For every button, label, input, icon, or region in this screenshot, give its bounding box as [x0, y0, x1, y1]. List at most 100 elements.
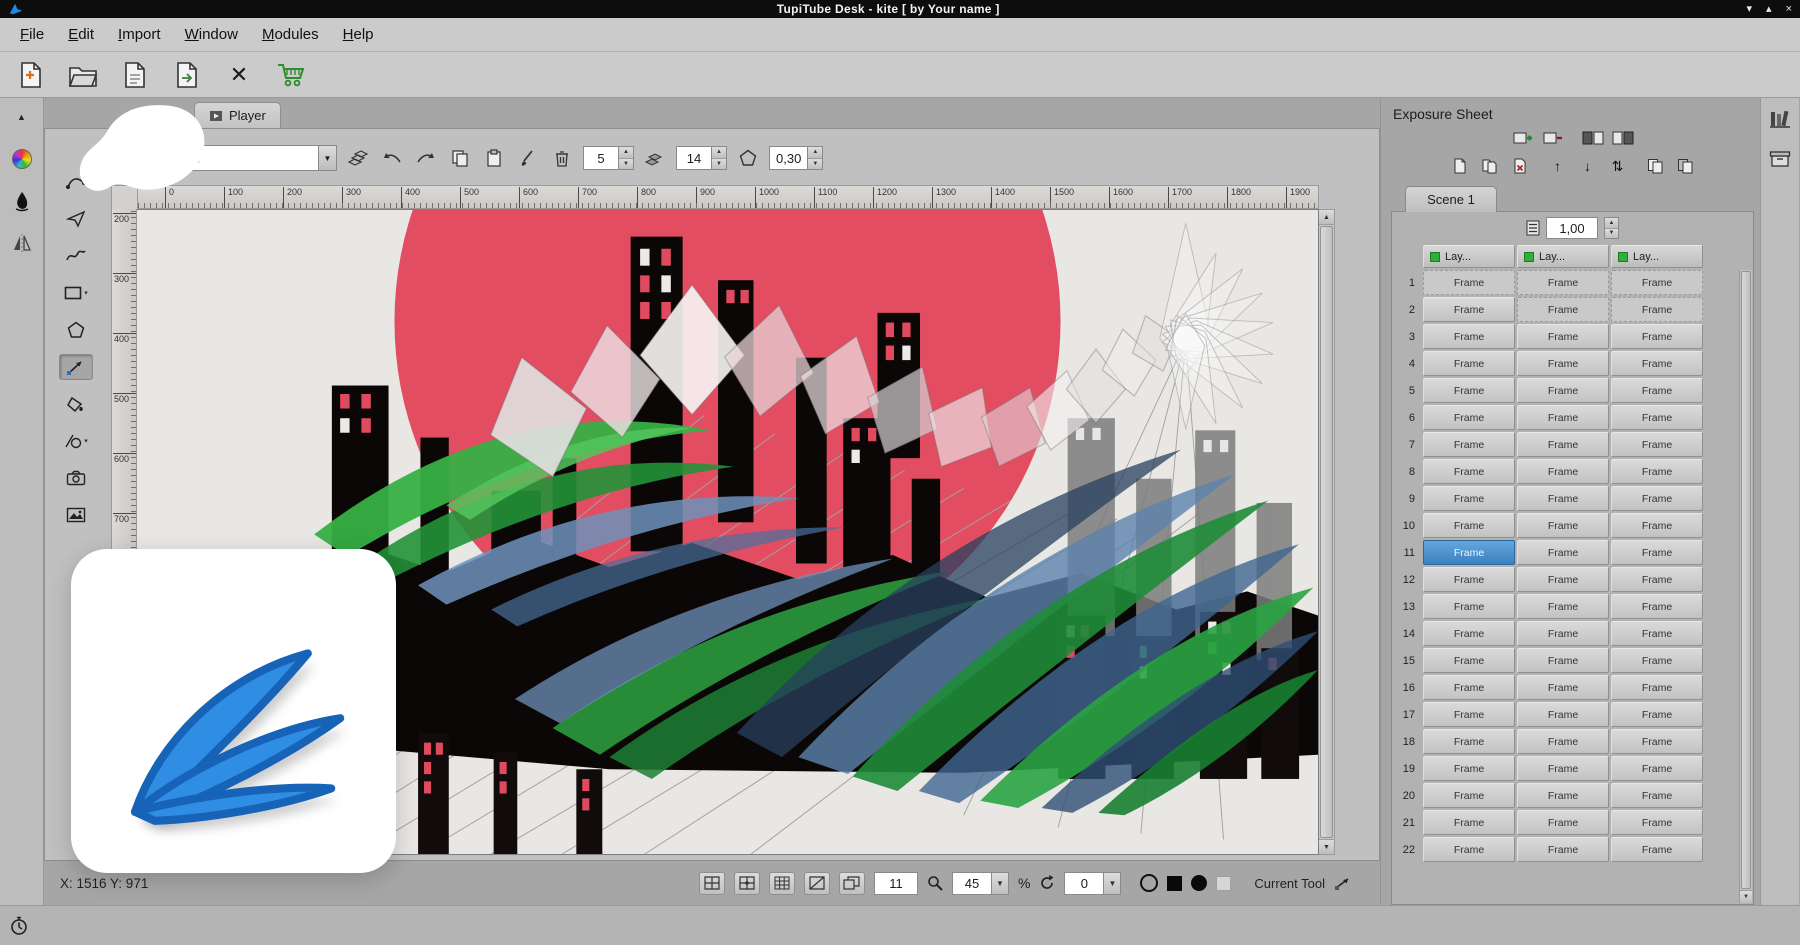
frame-cell[interactable]: Frame [1611, 513, 1703, 538]
prev-frame-action-button[interactable] [379, 145, 405, 171]
layer-header[interactable]: Lay... [1423, 245, 1515, 268]
library-panel-button[interactable] [1766, 106, 1794, 132]
frame-cell[interactable]: Frame [1423, 675, 1515, 700]
frame-cell[interactable]: Frame [1423, 648, 1515, 673]
collapse-panel-button[interactable]: ▲ [8, 104, 36, 130]
frame-cell[interactable]: Frame [1611, 594, 1703, 619]
foreground-color-swatch[interactable] [1167, 876, 1182, 891]
brush-cut-button[interactable] [515, 145, 541, 171]
scroll-down-button[interactable]: ▼ [1319, 839, 1334, 854]
frame-cell[interactable]: Frame [1423, 729, 1515, 754]
frame-cell[interactable]: Frame [1517, 405, 1609, 430]
open-project-button[interactable] [66, 58, 100, 92]
thickness-down-button[interactable]: ▼ [619, 159, 633, 170]
show-dense-grid-button[interactable] [769, 872, 795, 895]
throw-tool-button[interactable] [59, 206, 93, 232]
frame-cell[interactable]: Frame [1423, 351, 1515, 376]
opacity-button[interactable] [642, 145, 668, 171]
menu-edit[interactable]: Edit [58, 22, 104, 47]
frame-cell[interactable]: Frame [1517, 378, 1609, 403]
frame-cell[interactable]: Frame [1517, 621, 1609, 646]
image-tool-button[interactable] [59, 502, 93, 528]
window-unshade-button[interactable]: ▴ [1766, 2, 1772, 16]
canvas-vertical-scrollbar[interactable]: ▲ ▼ [1319, 209, 1335, 855]
frame-duration-field[interactable]: 1,00 [1546, 217, 1598, 239]
frame-cell[interactable]: Frame [1517, 270, 1609, 295]
frame-cell[interactable]: Frame [1611, 837, 1703, 862]
layer-header[interactable]: Lay... [1517, 245, 1609, 268]
scene-tab[interactable]: Scene 1 [1405, 186, 1497, 212]
new-project-button[interactable] [14, 58, 48, 92]
frame-cell[interactable]: Frame [1423, 486, 1515, 511]
frame-cell[interactable]: Frame [1517, 729, 1609, 754]
frame-cell[interactable]: Frame [1423, 621, 1515, 646]
next-frame-action-button[interactable] [413, 145, 439, 171]
layer-lock-button[interactable] [1611, 127, 1635, 149]
frame-cell[interactable]: Frame [1611, 729, 1703, 754]
layer-header[interactable]: Lay... [1611, 245, 1703, 268]
close-project-button[interactable]: ✕ [222, 58, 256, 92]
frame-cell[interactable]: Frame [1517, 513, 1609, 538]
frame-cell[interactable]: Frame [1517, 837, 1609, 862]
safe-area-button[interactable] [804, 872, 830, 895]
zoom-level-field[interactable]: 45 [952, 872, 992, 895]
frame-cell[interactable]: Frame [1517, 567, 1609, 592]
frame-cell[interactable]: Frame [1423, 567, 1515, 592]
thickness-up-button[interactable]: ▲ [619, 147, 633, 159]
fill-tool-button[interactable] [59, 391, 93, 417]
menu-file[interactable]: File [10, 22, 54, 47]
frame-cell[interactable]: Frame [1517, 297, 1609, 322]
frame-cell[interactable]: Frame [1423, 270, 1515, 295]
frame-cell[interactable]: Frame [1423, 405, 1515, 430]
layer-visibility-button[interactable] [1581, 127, 1605, 149]
frame-cell[interactable]: Frame [1611, 432, 1703, 457]
color-palette-button[interactable] [8, 146, 36, 172]
show-grid-button[interactable] [699, 872, 725, 895]
frame-cell[interactable]: Frame [1423, 783, 1515, 808]
contour-color-swatch[interactable] [1140, 874, 1158, 892]
copy-frame-button[interactable] [447, 145, 473, 171]
frame-cell[interactable]: Frame [1517, 756, 1609, 781]
frame-cell[interactable]: Frame [1517, 810, 1609, 835]
exposure-scroll-thumb[interactable] [1741, 271, 1751, 889]
frame-cell[interactable]: Frame [1423, 810, 1515, 835]
extend-frame-button[interactable] [1478, 155, 1502, 177]
frame-cell[interactable]: Frame [1517, 351, 1609, 376]
export-project-button[interactable] [170, 58, 204, 92]
opacity-spinner[interactable]: 14 ▲▼ [676, 146, 727, 170]
frame-cell[interactable]: Frame [1423, 756, 1515, 781]
duration-down-button[interactable]: ▼ [1605, 229, 1618, 239]
frame-cell[interactable]: Frame [1517, 432, 1609, 457]
full-screen-button[interactable] [839, 872, 865, 895]
move-frame-up-button[interactable]: ↑ [1546, 155, 1570, 177]
frame-cell[interactable]: Frame [1611, 783, 1703, 808]
smoothness-up-button[interactable]: ▲ [808, 147, 822, 159]
onion-skin-button[interactable] [345, 145, 371, 171]
frame-cell[interactable]: Frame [1611, 756, 1703, 781]
frame-cell[interactable]: Frame [1423, 432, 1515, 457]
frame-cell[interactable]: Frame [1517, 459, 1609, 484]
save-project-button[interactable] [118, 58, 152, 92]
frame-cell[interactable]: Frame [1423, 513, 1515, 538]
remove-layer-button[interactable] [1541, 127, 1565, 149]
paste-frame-button[interactable] [481, 145, 507, 171]
frame-cell[interactable]: Frame [1517, 594, 1609, 619]
scroll-up-button[interactable]: ▲ [1319, 210, 1334, 225]
pen-properties-button[interactable] [8, 188, 36, 214]
paste-frame-exposure-button[interactable] [1674, 155, 1698, 177]
brush-preview-swatch[interactable] [1191, 875, 1207, 891]
exposure-scroll-down-button[interactable]: ▼ [1740, 890, 1752, 903]
add-layer-button[interactable] [1511, 127, 1535, 149]
frame-cell[interactable]: Frame [1517, 486, 1609, 511]
window-close-button[interactable]: × [1786, 2, 1792, 16]
remove-frame-button[interactable] [1508, 155, 1532, 177]
frame-cell[interactable]: Frame [1517, 783, 1609, 808]
frame-cell[interactable]: Frame [1517, 540, 1609, 565]
delete-frame-button[interactable] [549, 145, 575, 171]
frame-cell[interactable]: Frame [1423, 540, 1515, 565]
copy-frame-exposure-button[interactable] [1644, 155, 1668, 177]
frame-cell[interactable]: Frame [1611, 324, 1703, 349]
geometric-tool-button[interactable]: ▾ [59, 428, 93, 454]
menu-modules[interactable]: Modules [252, 22, 329, 47]
frame-cell[interactable]: Frame [1517, 702, 1609, 727]
